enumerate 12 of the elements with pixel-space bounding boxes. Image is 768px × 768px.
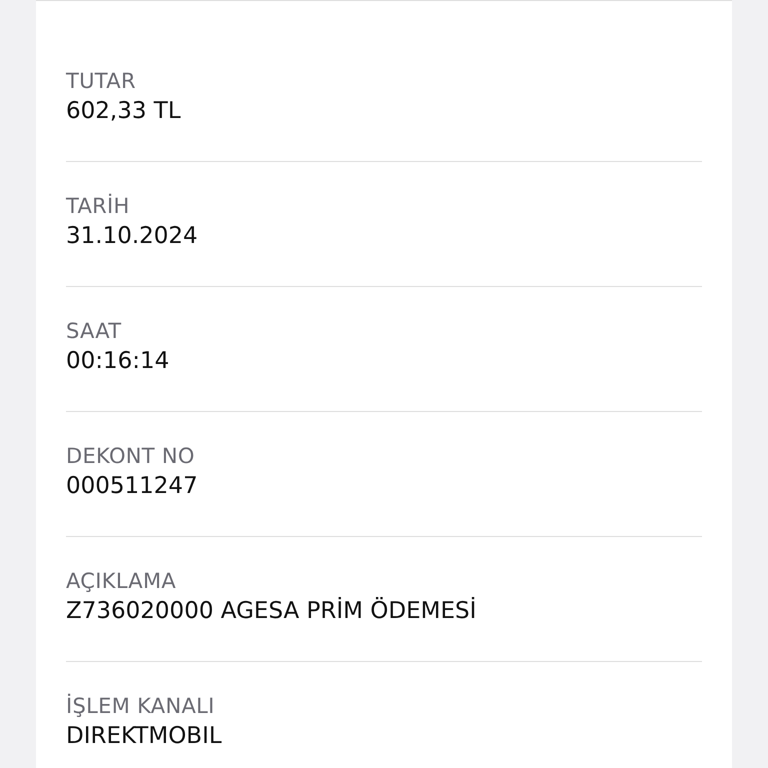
field-label: AÇIKLAMA	[66, 569, 178, 593]
field-value: DIREKTMOBIL	[66, 722, 223, 750]
field-value: 00:16:14	[66, 347, 170, 375]
field-label: TUTAR	[66, 69, 137, 93]
field-value: 31.10.2024	[66, 222, 199, 250]
field-label: DEKONT NO	[66, 444, 196, 468]
field-value: Z736020000 AGESA PRİM ÖDEMESİ	[66, 597, 478, 625]
field-label: İŞLEM KANALI	[66, 694, 216, 718]
field-value: 000511247	[66, 472, 199, 500]
field-label: SAAT	[66, 319, 122, 343]
field-value: 602,33 TL	[66, 97, 182, 125]
field-label: TARİH	[66, 194, 131, 218]
